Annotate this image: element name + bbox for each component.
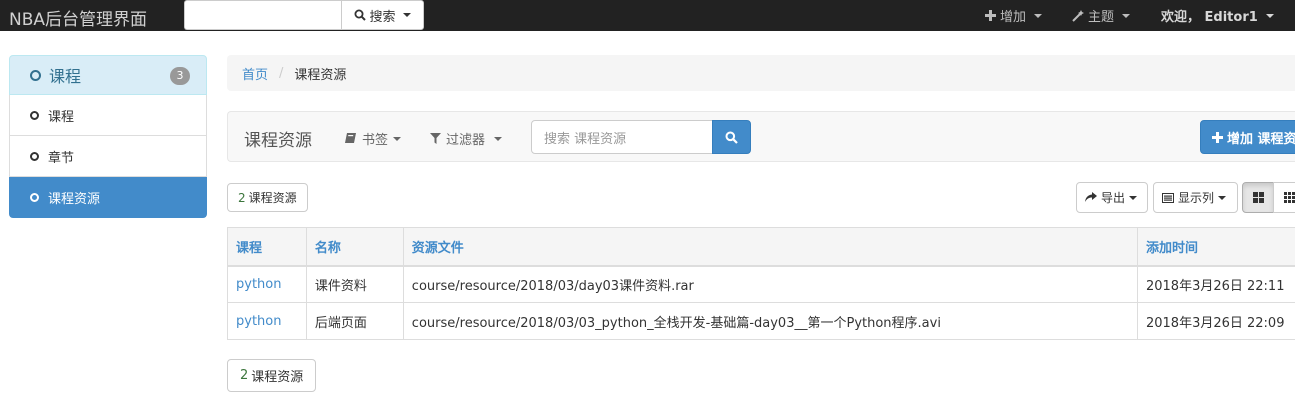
- column-header-name[interactable]: 名称: [305, 227, 404, 267]
- bookmarks-dropdown[interactable]: 书签: [345, 129, 402, 148]
- cell-course-link[interactable]: python: [227, 265, 307, 303]
- table-icon: [1283, 192, 1295, 203]
- chevron-down-icon: [1129, 195, 1138, 200]
- resource-search-input[interactable]: 搜索 课程资源: [531, 120, 713, 154]
- resource-search-button[interactable]: [712, 120, 751, 154]
- nav-search-input[interactable]: [184, 0, 342, 30]
- result-count-bottom: 2 课程资源: [227, 359, 317, 392]
- filters-dropdown[interactable]: 过滤器: [430, 129, 503, 148]
- table-row: python 课件资料 course/resource/2018/03/day0…: [227, 265, 1295, 303]
- list-icon: [1162, 192, 1174, 203]
- sidebar-item-chapters[interactable]: 章节: [9, 136, 207, 177]
- chevron-down-icon: [1122, 13, 1131, 18]
- cell-name: 后端页面: [305, 302, 404, 340]
- column-header-file[interactable]: 资源文件: [402, 227, 1138, 267]
- columns-label: 显示列: [1178, 191, 1215, 205]
- search-icon: [725, 131, 738, 144]
- sidebar: 课程 3 课程 章节 课程资源: [9, 55, 207, 218]
- list-toolbar: 课程资源 书签 过滤器 搜索 课程资源 增加 课程资源: [227, 111, 1295, 162]
- table-header-row: 课程 名称 资源文件 添加时间: [227, 227, 1295, 267]
- sidebar-header-label: 课程: [49, 67, 82, 86]
- result-count-label: 课程资源: [248, 191, 297, 205]
- circle-icon: [30, 69, 41, 81]
- breadcrumb: 首页 / 课程资源: [227, 55, 1295, 91]
- sidebar-header-courses[interactable]: 课程 3: [9, 55, 207, 95]
- page-title: 课程资源: [244, 131, 312, 151]
- export-label: 导出: [1101, 191, 1126, 205]
- cell-course-link[interactable]: python: [227, 302, 307, 340]
- columns-button[interactable]: 显示列: [1153, 182, 1238, 213]
- resources-table: 课程 名称 资源文件 添加时间 python 课件资料 course/resou…: [227, 227, 1295, 340]
- result-count-number: 2: [238, 190, 246, 205]
- theme-menu-label: 主题: [1088, 10, 1115, 25]
- share-icon: [1085, 192, 1097, 203]
- book-icon: [345, 133, 357, 144]
- plus-icon: [985, 10, 996, 21]
- column-header-added-time[interactable]: 添加时间: [1136, 227, 1295, 267]
- cell-name: 课件资料: [305, 265, 404, 303]
- app-brand[interactable]: NBA后台管理界面: [9, 5, 147, 30]
- nav-search-label: 搜索: [369, 9, 396, 25]
- cell-added-time: 2018年3月26日 22:11: [1136, 265, 1295, 303]
- cell-file: course/resource/2018/03/03_python_全栈开发-基…: [402, 302, 1138, 340]
- filter-icon: [430, 133, 441, 144]
- result-count-number: 2: [240, 368, 249, 383]
- cell-file: course/resource/2018/03/day03课件资料.rar: [402, 265, 1138, 303]
- wand-icon: [1072, 9, 1084, 22]
- result-count: 2 课程资源: [227, 183, 308, 212]
- add-resource-label: 增加 课程资源: [1227, 131, 1295, 147]
- table-view-button[interactable]: [1273, 182, 1295, 213]
- nav-search-button[interactable]: 搜索: [341, 0, 424, 30]
- chevron-down-icon: [393, 136, 402, 141]
- count-badge: 3: [170, 67, 190, 85]
- bookmarks-label: 书签: [362, 133, 389, 148]
- grid-view-button[interactable]: [1242, 182, 1274, 213]
- theme-menu[interactable]: 主题: [1072, 0, 1131, 31]
- chevron-down-icon: [1265, 13, 1274, 18]
- add-menu-label: 增加: [1000, 10, 1027, 25]
- filters-label: 过滤器: [446, 133, 486, 148]
- user-menu[interactable]: 欢迎， Editor1: [1161, 0, 1274, 31]
- result-count-label: 课程资源: [251, 370, 304, 385]
- sidebar-item-label: 课程资源: [48, 191, 101, 207]
- export-button[interactable]: 导出: [1076, 182, 1148, 213]
- circle-icon: [30, 110, 39, 120]
- sidebar-item-course-resources[interactable]: 课程资源: [9, 177, 207, 218]
- sidebar-item-courses[interactable]: 课程: [9, 95, 207, 136]
- sidebar-item-label: 课程: [48, 109, 75, 125]
- cell-added-time: 2018年3月26日 22:09: [1136, 302, 1295, 340]
- breadcrumb-home-link[interactable]: 首页: [242, 64, 268, 83]
- add-resource-button[interactable]: 增加 课程资源: [1200, 120, 1295, 154]
- top-navbar: NBA后台管理界面 搜索 增加 主题 欢迎， Editor1: [0, 0, 1295, 31]
- grid-icon: [1252, 192, 1264, 203]
- chevron-down-icon: [1034, 13, 1043, 18]
- circle-icon: [30, 151, 39, 161]
- chevron-down-icon: [402, 13, 411, 17]
- chevron-down-icon: [1218, 195, 1227, 200]
- column-header-course[interactable]: 课程: [227, 227, 307, 267]
- chevron-down-icon: [494, 136, 503, 141]
- sidebar-item-label: 章节: [48, 150, 75, 166]
- breadcrumb-separator: /: [279, 65, 284, 81]
- user-menu-label: 欢迎， Editor1: [1161, 10, 1258, 25]
- add-menu[interactable]: 增加: [985, 0, 1043, 31]
- circle-icon: [30, 192, 39, 202]
- search-icon: [354, 9, 367, 21]
- breadcrumb-current: 课程资源: [294, 67, 347, 83]
- table-row: python 后端页面 course/resource/2018/03/03_p…: [227, 302, 1295, 340]
- plus-icon: [1212, 131, 1223, 143]
